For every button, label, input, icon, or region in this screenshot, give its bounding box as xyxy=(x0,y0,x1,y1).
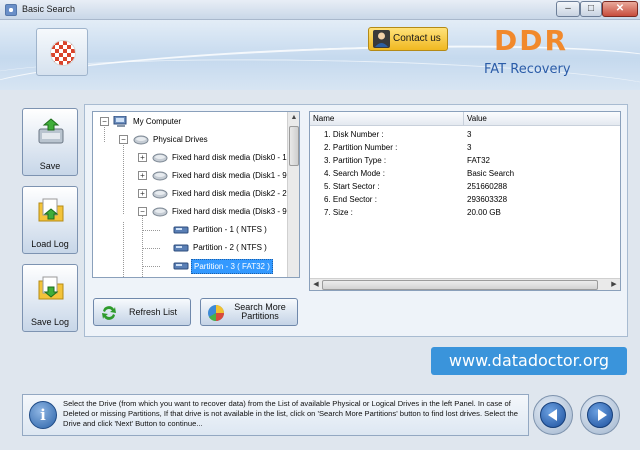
load-log-button[interactable]: Load Log xyxy=(22,186,78,254)
search-more-partitions-label: Search More Partitions xyxy=(234,302,286,321)
table-horizontal-scrollbar[interactable]: ◀ ▶ xyxy=(310,278,620,290)
table-row: 2. Partition Number :3 xyxy=(324,143,472,152)
partition-icon xyxy=(173,244,189,252)
save-disk-icon xyxy=(38,118,64,144)
tree-item-label: Fixed hard disk media (Disk2 - 2. xyxy=(172,189,289,198)
refresh-list-label: Refresh List xyxy=(128,306,178,317)
scroll-right-icon[interactable]: ▶ xyxy=(608,279,620,290)
tree-item-label: Fixed hard disk media (Disk3 - 93 xyxy=(172,207,292,216)
folder-save-icon xyxy=(38,276,64,300)
arrow-right-icon xyxy=(598,409,607,421)
close-button[interactable]: ✕ xyxy=(602,1,638,17)
tree-vertical-scrollbar[interactable]: ▲ xyxy=(287,112,299,277)
logo-ball-icon xyxy=(51,41,75,65)
header-banner: Contact us DDR FAT Recovery xyxy=(0,20,640,90)
help-panel: i Select the Drive (from which you want … xyxy=(22,394,529,436)
tree-item-label: Partition - 2 ( NTFS ) xyxy=(193,243,267,252)
hard-disk-icon xyxy=(152,153,168,163)
scroll-left-icon[interactable]: ◀ xyxy=(310,279,322,290)
tree-item-disk3[interactable]: − Fixed hard disk media (Disk3 - 93 xyxy=(93,204,293,220)
table-row: 1. Disk Number :3 xyxy=(324,130,472,139)
arrow-left-icon xyxy=(548,409,557,421)
details-table: Name Value 1. Disk Number :3 2. Partitio… xyxy=(309,111,621,291)
tree-item-partition-2[interactable]: Partition - 2 ( NTFS ) xyxy=(93,240,293,256)
collapse-icon[interactable]: − xyxy=(138,207,147,216)
tree-item-label: Fixed hard disk media (Disk1 - 93 xyxy=(172,171,292,180)
scrollbar-thumb[interactable] xyxy=(289,126,299,166)
tree-item-label: Fixed hard disk media (Disk0 - 1.4 xyxy=(172,153,294,162)
tree-item-partition-3[interactable]: Partition - 3 ( FAT32 ) xyxy=(93,258,293,274)
save-button[interactable]: Save xyxy=(22,108,78,176)
back-button[interactable] xyxy=(533,395,573,435)
tree-item-label: Partition - 3 ( FAT32 ) xyxy=(191,259,273,274)
hard-disk-icon xyxy=(152,207,168,217)
help-message: Select the Drive (from which you want to… xyxy=(63,399,518,428)
contact-us-label: Contact us xyxy=(393,33,441,44)
table-row: 5. Start Sector :251660288 xyxy=(324,182,508,191)
load-log-label: Load Log xyxy=(31,239,69,249)
computer-icon xyxy=(113,116,127,127)
tree-item-partition-1[interactable]: Partition - 1 ( NTFS ) xyxy=(93,222,293,238)
table-row: 4. Search Mode : Basic Search xyxy=(324,169,515,178)
expand-icon[interactable]: + xyxy=(138,153,147,162)
contact-us-button[interactable]: Contact us xyxy=(368,27,448,51)
save-log-label: Save Log xyxy=(30,317,70,327)
column-header-value[interactable]: Value xyxy=(464,112,620,126)
logo xyxy=(36,28,88,76)
tree-item-disk2[interactable]: + Fixed hard disk media (Disk2 - 2. xyxy=(93,186,293,202)
expand-icon[interactable]: + xyxy=(138,189,147,198)
save-label: Save xyxy=(39,161,61,171)
tree-item-disk0[interactable]: + Fixed hard disk media (Disk0 - 1.4 xyxy=(93,150,293,166)
scrollbar-thumb[interactable] xyxy=(322,280,598,290)
title-bar: Basic Search – □ ✕ xyxy=(0,0,640,20)
hard-disk-icon xyxy=(152,171,168,181)
app-icon xyxy=(5,4,17,16)
next-button[interactable] xyxy=(580,395,620,435)
refresh-list-button[interactable]: Refresh List xyxy=(93,298,191,326)
hard-disk-icon xyxy=(152,189,168,199)
tree-item-physical-drives[interactable]: − Physical Drives xyxy=(93,132,293,148)
tree-item-disk1[interactable]: + Fixed hard disk media (Disk1 - 93 xyxy=(93,168,293,184)
window-title: Basic Search xyxy=(22,4,76,14)
table-row: 7. Size :20.00 GB xyxy=(324,208,501,217)
info-icon: i xyxy=(29,401,57,429)
collapse-icon[interactable]: − xyxy=(100,117,109,126)
brand-title: DDR xyxy=(494,24,569,57)
partition-icon xyxy=(173,226,189,234)
save-log-button[interactable]: Save Log xyxy=(22,264,78,332)
person-icon xyxy=(373,30,390,48)
minimize-button[interactable]: – xyxy=(556,1,580,17)
tree-item-label: My Computer xyxy=(133,117,182,126)
folder-icon xyxy=(38,198,64,222)
table-row: 3. Partition Type : FAT32 xyxy=(324,156,490,165)
search-more-partitions-button[interactable]: Search More Partitions xyxy=(200,298,298,326)
table-row: 6. End Sector :293603328 xyxy=(324,195,508,204)
tree-item-label: Physical Drives xyxy=(153,135,208,144)
maximize-button[interactable]: □ xyxy=(580,1,602,17)
scroll-up-icon[interactable]: ▲ xyxy=(288,112,299,124)
partition-icon xyxy=(173,262,189,270)
website-link[interactable]: www.datadoctor.org xyxy=(431,347,627,375)
refresh-icon xyxy=(102,306,116,320)
pie-search-icon xyxy=(208,305,224,322)
drive-icon xyxy=(133,135,149,145)
tree-item-my-computer[interactable]: − My Computer xyxy=(93,114,293,130)
column-header-name[interactable]: Name xyxy=(310,112,464,126)
product-name: FAT Recovery xyxy=(484,62,571,77)
expand-icon[interactable]: + xyxy=(138,171,147,180)
drive-tree[interactable]: − My Computer − Physical Drives + Fixed … xyxy=(92,111,300,278)
tree-item-label: Partition - 1 ( NTFS ) xyxy=(193,225,267,234)
collapse-icon[interactable]: − xyxy=(119,135,128,144)
